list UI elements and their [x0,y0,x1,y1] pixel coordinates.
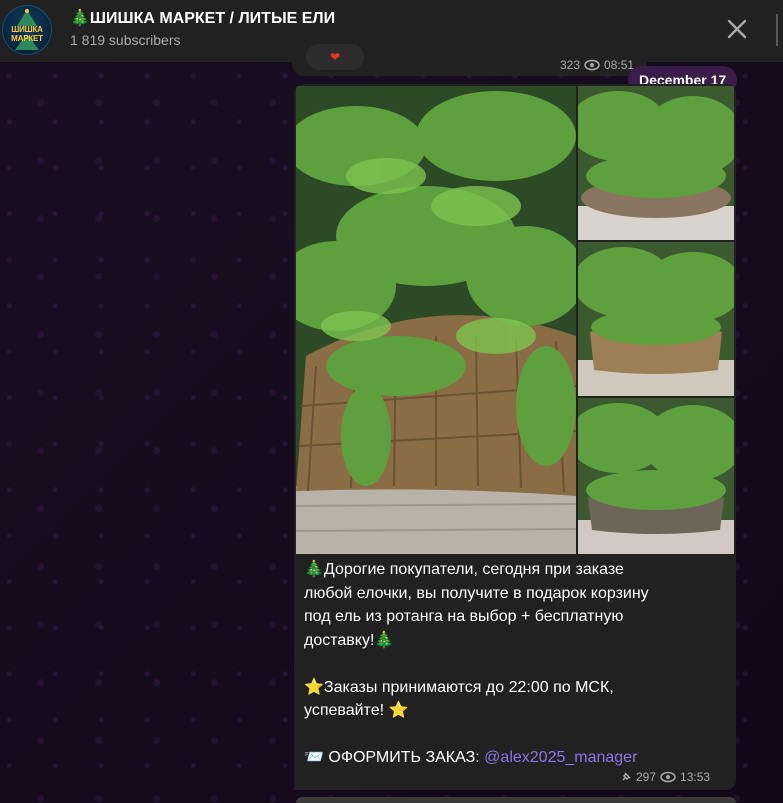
message-line: доставку!🎄 [304,631,395,649]
message-meta: 297 13:53 [620,770,710,784]
eye-icon [584,59,600,71]
manager-link[interactable]: @alex2025_manager [484,749,637,766]
message-line: ⭐Заказы принимаются до 22:00 по МСК, [304,678,614,696]
message-line [304,723,714,747]
order-prefix: 📨 ОФОРМИТЬ ЗАКАЗ: [304,749,485,766]
view-count: 323 [560,58,581,72]
avatar-logo-text: ШИШКА МАРКЕТ [11,25,43,43]
scrollbar[interactable] [776,14,778,46]
photo-thumb-2[interactable] [578,242,734,396]
channel-avatar[interactable]: ШИШКА МАРКЕТ [2,5,52,55]
close-button[interactable] [720,12,754,46]
reaction-badge[interactable]: ❤ [306,44,364,70]
subscriber-count: 1 819 subscribers [70,32,181,48]
message-line: 🎄Дорогие покупатели, сегодня при заказе [304,561,624,578]
photo-main[interactable] [296,86,576,554]
pin-icon [622,772,631,781]
eye-icon [660,771,676,783]
message-line: любой елочки, вы получите в подарок корз… [304,584,649,602]
tree-basket-photo [296,86,576,554]
message-line [304,652,714,676]
photo-thumb-1[interactable] [578,86,734,240]
message-time: 13:53 [680,770,711,784]
channel-title[interactable]: 🎄ШИШКА МАРКЕТ / ЛИТЫЕ ЕЛИ [70,8,335,28]
tree-basket-photo [578,398,734,554]
message-line: успевайте! ⭐ [304,702,409,719]
message-text: 🎄Дорогие покупатели, сегодня при заказе … [304,558,714,770]
order-line: 📨 ОФОРМИТЬ ЗАКАЗ: @alex2025_manager [304,746,714,770]
previous-message-meta: 323 08:51 [560,58,634,72]
tree-basket-photo [578,242,734,396]
tree-basket-photo [578,86,734,240]
close-icon [727,19,747,39]
message-time: 08:51 [604,58,635,72]
photo-thumb-3[interactable] [578,398,734,554]
view-count: 297 [636,770,657,784]
message-line: под ель из ротанга на выбор + бесплатную [304,608,624,625]
message-bubble: 🎄Дорогие покупатели, сегодня при заказе … [294,84,736,790]
next-message-edge [296,797,736,803]
